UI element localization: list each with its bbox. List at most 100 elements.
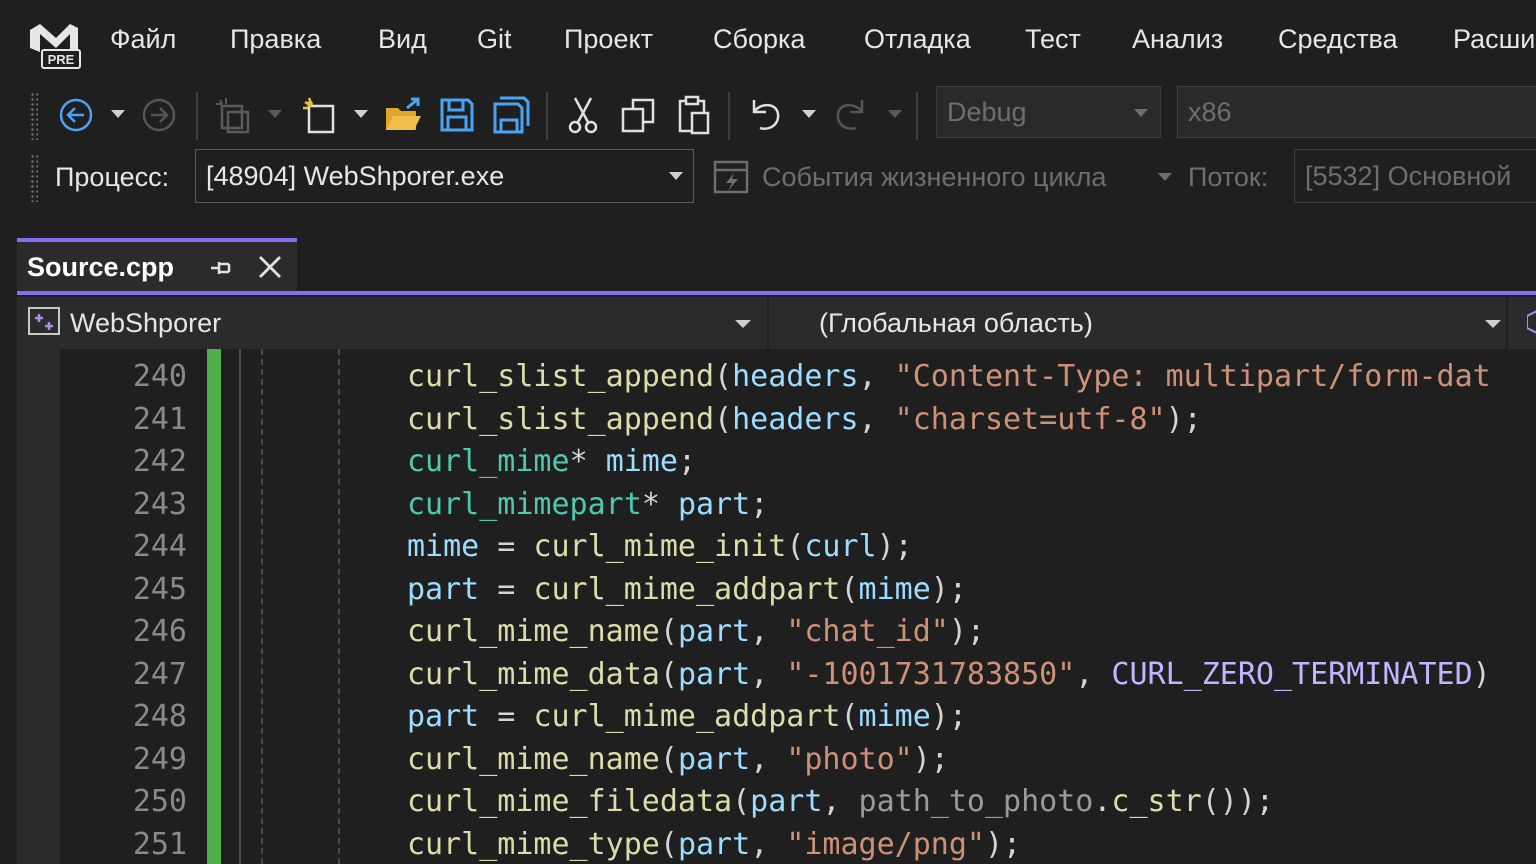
solution-platform-value: x86 [1188,97,1232,127]
save-all-button[interactable] [490,94,532,136]
new-file-button[interactable] [299,94,341,136]
chevron-down-icon[interactable] [735,320,751,328]
menu-item-test[interactable]: Тест [1025,24,1081,55]
menu-item-project[interactable]: Проект [564,24,653,55]
code-text[interactable]: curl_mime_filedata(part, path_to_photo.c… [407,781,1274,823]
scissors-icon [568,97,598,134]
back-arrow-icon [59,98,93,132]
code-token-punc: , [822,784,859,819]
navigate-back-button[interactable] [55,94,97,136]
code-token-punc: ); [912,741,949,777]
paste-button[interactable] [672,94,714,136]
lifecycle-events-label[interactable]: События жизненного цикла [762,162,1106,193]
line-number: 250 [132,784,187,819]
thread-select[interactable]: [5532] Основной [1294,149,1536,203]
toolbar-grip[interactable] [30,92,38,140]
code-token-punc: ( [840,571,859,607]
menu-item-tools[interactable]: Средства [1278,24,1398,55]
toolbar-grip[interactable] [30,154,38,202]
menu-item-analyze[interactable]: Анализ [1132,24,1223,55]
code-line[interactable]: 241 curl_slist_append(headers, "charset=u… [17,399,1536,441]
code-line[interactable]: 244 mime = curl_mime_init(curl); [17,526,1536,568]
menu-item-git[interactable]: Git [477,24,512,55]
solution-configuration-select[interactable]: Debug [936,86,1161,138]
menu-item-edit[interactable]: Правка [230,24,321,55]
code-line[interactable]: 243 curl_mimepart* part; [17,484,1536,526]
menu-item-debug[interactable]: Отладка [864,24,971,55]
code-line[interactable]: 242 curl_mime* mime; [17,441,1536,483]
code-line[interactable]: 247 curl_mime_data(part, "-1001731783850"… [17,654,1536,696]
menu-item-file[interactable]: Файл [110,24,176,55]
open-file-button[interactable] [382,94,424,136]
line-number: 241 [132,401,187,437]
code-token-var: mime [858,699,931,734]
line-number: 245 [132,571,187,607]
code-line[interactable]: 251 curl_mime_type(part, "image/png"); [17,824,1536,864]
copy-button[interactable] [617,94,659,136]
code-text[interactable]: mime = curl_mime_init(curl); [407,526,913,568]
member-cube-icon[interactable] [1527,307,1536,337]
code-text[interactable]: part = curl_mime_addpart(mime); [407,696,967,738]
undo-button[interactable] [744,94,786,136]
code-line[interactable]: 249 curl_mime_name(part, "photo"); [17,739,1536,781]
code-text[interactable]: curl_mime* mime; [407,441,696,483]
pin-icon[interactable] [207,254,235,282]
navigate-back-dropdown[interactable] [111,110,125,118]
undo-dropdown[interactable] [802,110,816,118]
solution-platform-select[interactable]: x86 [1177,86,1536,138]
save-button[interactable] [436,94,478,136]
redo-button[interactable] [830,94,872,136]
lifecycle-events-dropdown[interactable] [1158,173,1172,181]
code-token-punc: ; [677,444,696,479]
lifecycle-events-icon[interactable] [713,160,749,194]
chevron-down-icon[interactable] [1485,320,1501,328]
code-text[interactable]: curl_mimepart* part; [407,484,768,526]
code-token-punc: = [479,529,534,564]
navigate-forward-button[interactable] [138,94,180,136]
close-icon[interactable] [255,252,285,282]
code-text[interactable]: curl_mime_name(part, "chat_id"); [407,611,985,653]
process-value: [48904] WebShporer.exe [206,161,505,191]
new-project-button[interactable] [212,94,254,136]
scope-dropdown-label[interactable]: (Глобальная область) [819,308,1093,339]
chevron-down-icon [1134,109,1148,117]
code-token-fn: curl_mime_filedata [407,784,733,819]
menu-item-build[interactable]: Сборка [713,24,805,55]
redo-dropdown[interactable] [888,110,902,118]
new-project-dropdown[interactable] [268,110,282,118]
code-token-var: part [750,784,823,819]
visual-studio-preview-logo-icon[interactable]: PRE [26,18,84,70]
code-token-var: headers [732,359,859,394]
thread-value: [5532] Основной [1305,161,1512,191]
code-token-punc: = [479,571,534,607]
cut-button[interactable] [562,94,604,136]
code-editor[interactable]: 240 curl_slist_append(headers, "Content-T… [17,349,1536,864]
new-file-dropdown[interactable] [354,110,368,118]
code-line[interactable]: 240 curl_slist_append(headers, "Content-T… [17,356,1536,398]
menu-item-view[interactable]: Вид [378,24,427,55]
code-token-macro: CURL_ZERO_TERMINATED [1111,656,1473,692]
code-line[interactable]: 245 part = curl_mime_addpart(mime); [17,569,1536,611]
code-text[interactable]: part = curl_mime_addpart(mime); [407,569,967,611]
code-token-punc: , [750,614,787,649]
code-line[interactable]: 246 curl_mime_name(part, "chat_id"); [17,611,1536,653]
code-token-var: mime [407,529,480,564]
code-line[interactable]: 248 part = curl_mime_addpart(mime); [17,696,1536,738]
code-line[interactable]: 250 curl_mime_filedata(part, path_to_phot… [17,781,1536,823]
new-project-icon [216,98,250,134]
solution-configuration-value: Debug [947,97,1027,127]
code-text[interactable]: curl_slist_append(headers, "charset=utf-… [407,399,1202,441]
standard-toolbar: Debug x86 [0,84,1536,146]
code-token-var: mime [858,571,931,607]
code-text[interactable]: curl_mime_type(part, "image/png"); [407,824,1021,864]
code-token-var: part [677,741,751,777]
menu-item-extensions[interactable]: Расши [1453,24,1535,55]
code-token-var: part [407,699,480,734]
code-token-fn: curl_mime_init [533,529,787,564]
code-text[interactable]: curl_mime_name(part, "photo"); [407,739,949,781]
code-text[interactable]: curl_mime_data(part, "-1001731783850", C… [407,654,1491,696]
code-text[interactable]: curl_slist_append(headers, "Content-Type… [407,356,1491,398]
project-dropdown-label[interactable]: WebShporer [70,308,221,339]
tab-source-cpp[interactable]: Source.cpp [17,238,297,292]
process-select[interactable]: [48904] WebShporer.exe [195,149,694,203]
